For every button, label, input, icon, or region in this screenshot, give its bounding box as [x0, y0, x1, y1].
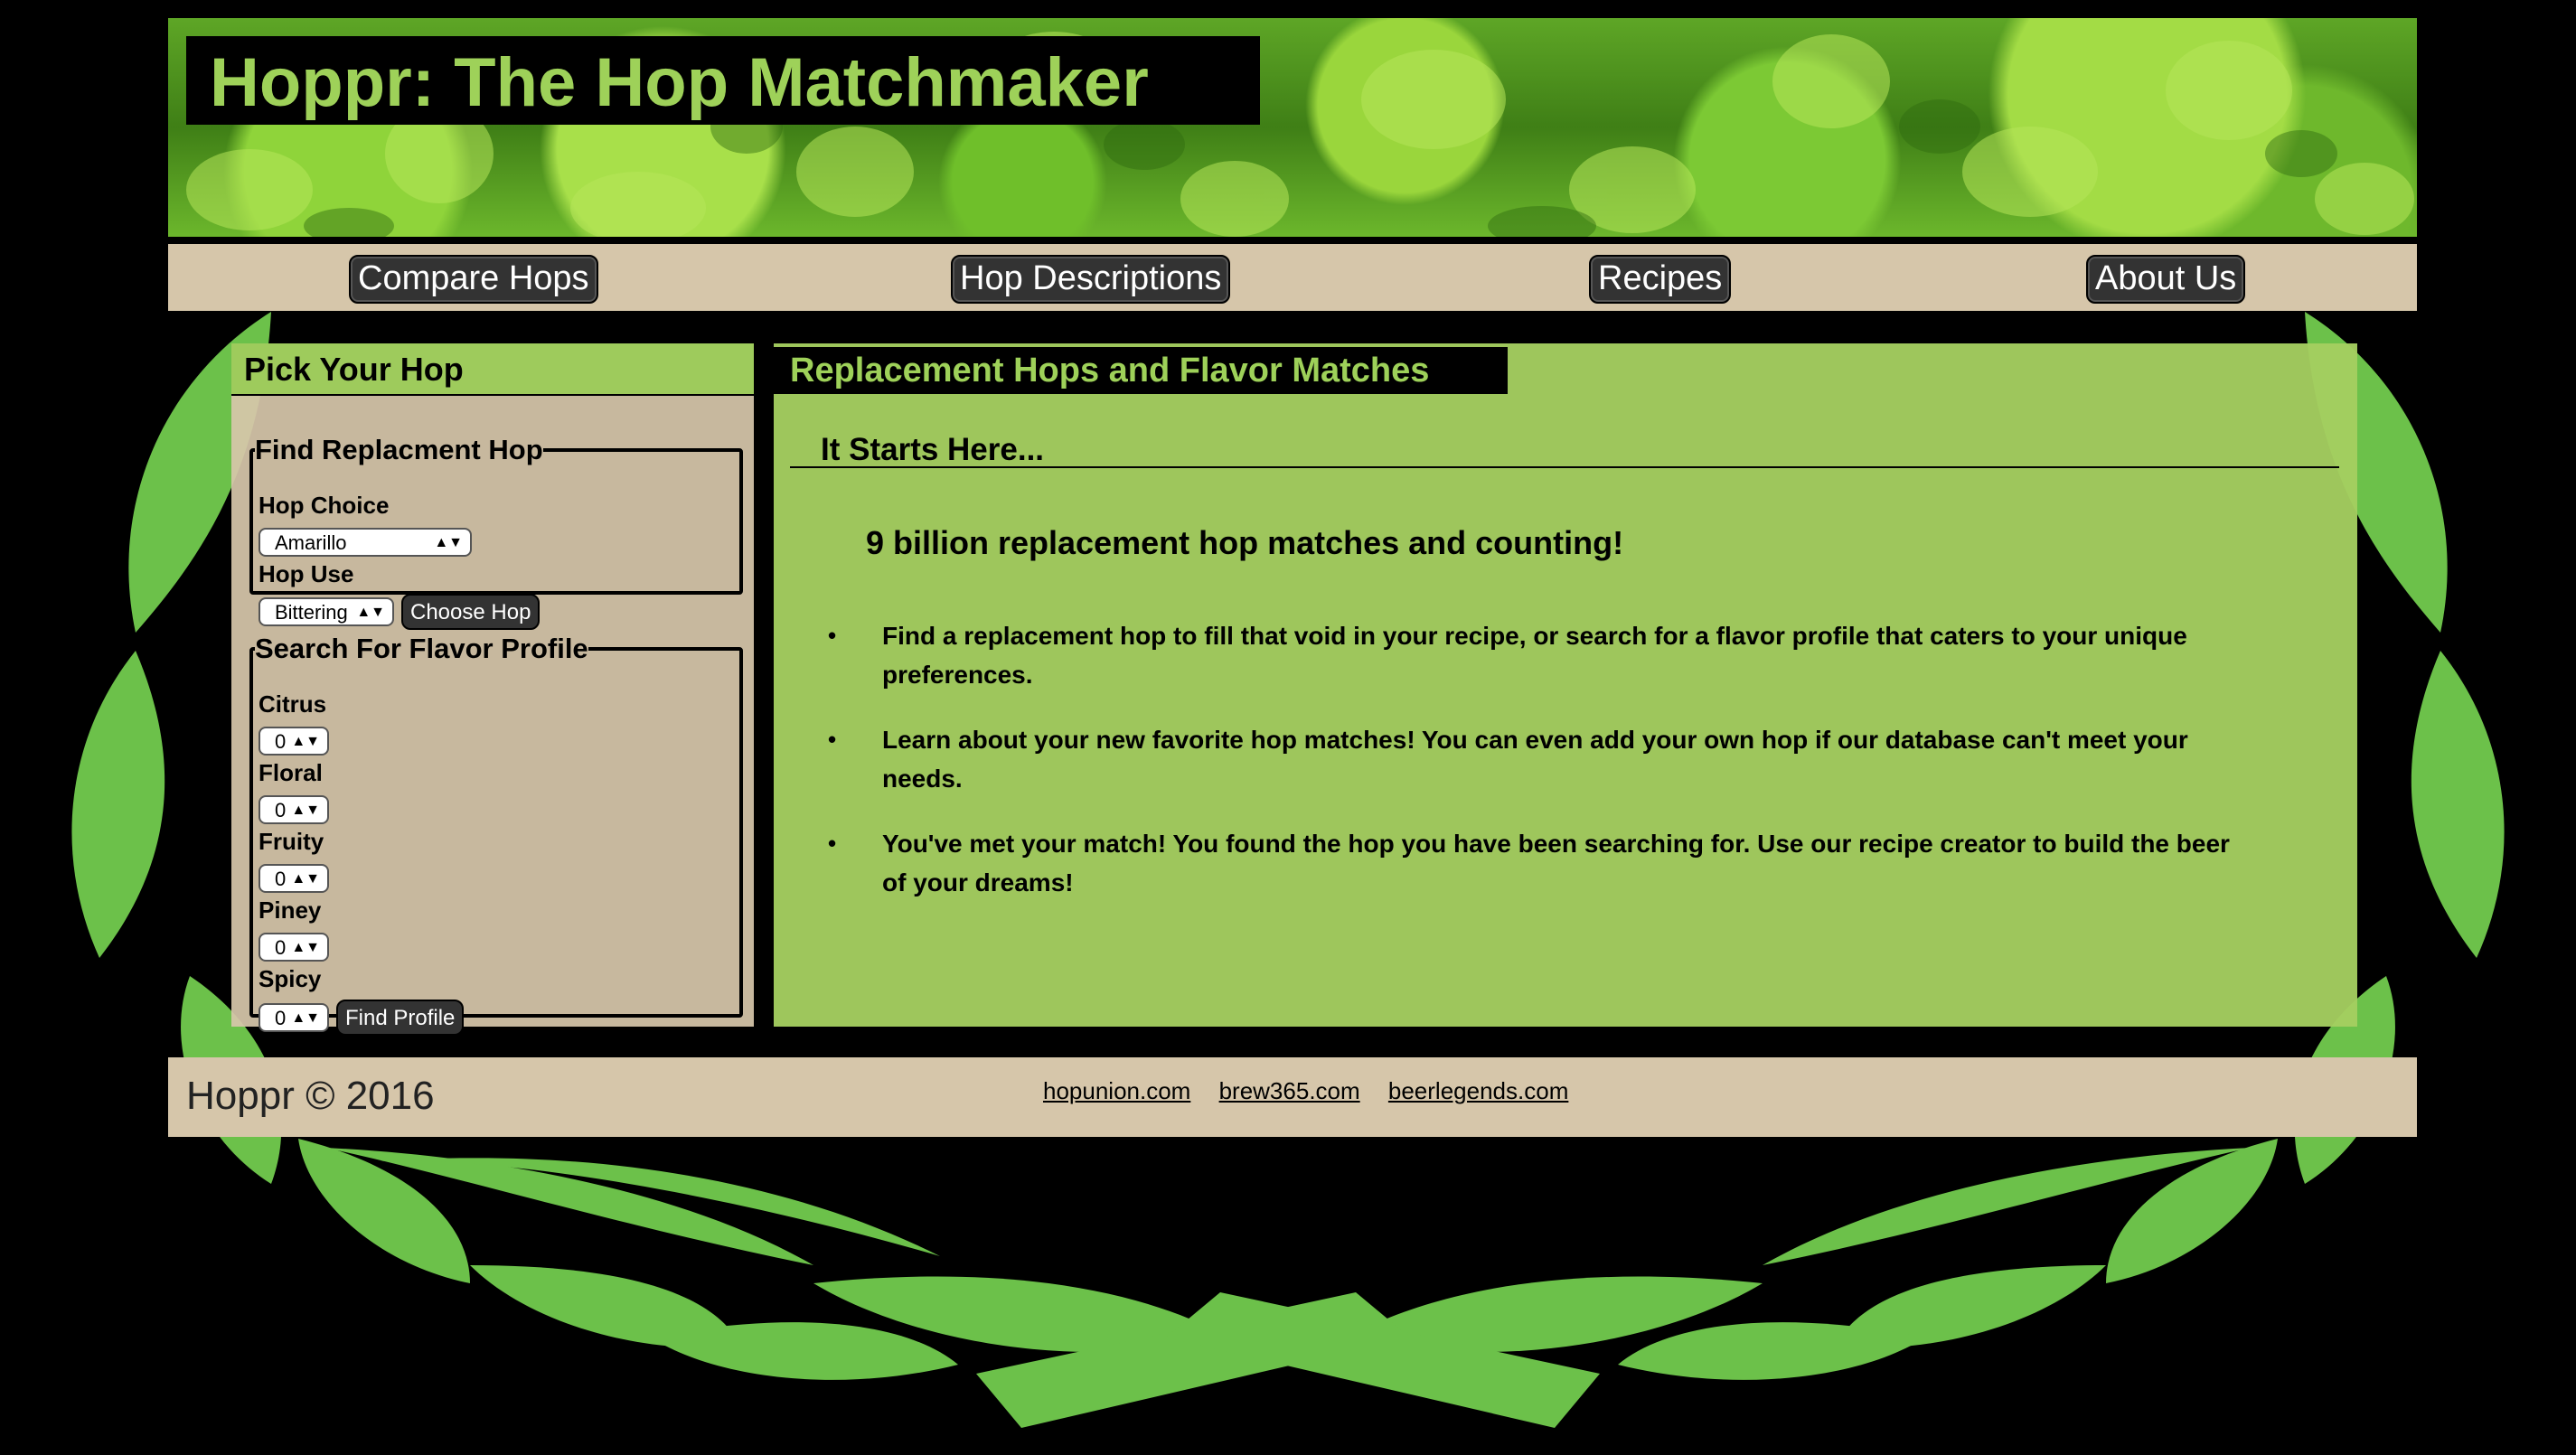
- spicy-stepper[interactable]: 0 ▲▼: [259, 1003, 329, 1032]
- citrus-label: Citrus: [259, 690, 327, 718]
- feature-item: You've met your match! You found the hop…: [828, 824, 2256, 902]
- floral-label: Floral: [259, 759, 323, 786]
- floral-value: 0: [275, 799, 287, 821]
- stepper-arrows-icon: ▲▼: [291, 1010, 320, 1026]
- main-subtitle: It Starts Here...: [790, 434, 2339, 468]
- footer-link-brew365[interactable]: brew365.com: [1219, 1077, 1360, 1104]
- footer: Hoppr © 2016 hopunion.com brew365.com be…: [168, 1057, 2417, 1137]
- hop-choice-label: Hop Choice: [259, 492, 390, 519]
- footer-copyright: Hoppr © 2016: [186, 1074, 435, 1118]
- footer-link-hopunion[interactable]: hopunion.com: [1043, 1077, 1190, 1104]
- nav-recipes-button[interactable]: Recipes: [1589, 255, 1732, 304]
- replacement-hop-legend: Find Replacment Hop: [255, 434, 543, 465]
- fruity-value: 0: [275, 868, 287, 890]
- hop-use-value: Bittering: [275, 601, 348, 624]
- stepper-arrows-icon: ▲▼: [291, 734, 320, 749]
- main-title: Replacement Hops and Flavor Matches: [774, 347, 1508, 394]
- sidebar-panel: Pick Your Hop Find Replacment Hop Hop Ch…: [231, 343, 754, 1036]
- spicy-value: 0: [275, 1007, 287, 1029]
- select-arrows-icon: ▲▼: [434, 535, 463, 550]
- sidebar-title: Pick Your Hop: [231, 343, 754, 396]
- flavor-profile-legend: Search For Flavor Profile: [255, 633, 588, 664]
- hop-use-label: Hop Use: [259, 560, 354, 587]
- nav-compare-hops-button[interactable]: Compare Hops: [349, 255, 598, 304]
- footer-link-beerlegends[interactable]: beerlegends.com: [1388, 1077, 1568, 1104]
- footer-links: hopunion.com brew365.com beerlegends.com: [1043, 1077, 1590, 1105]
- main-content-panel: Replacement Hops and Flavor Matches It S…: [774, 343, 2357, 1027]
- replacement-hop-fieldset: Find Replacment Hop Hop Choice Amarillo …: [249, 434, 743, 630]
- stepper-arrows-icon: ▲▼: [291, 871, 320, 887]
- hop-choice-value: Amarillo: [275, 531, 347, 554]
- main-tagline: 9 billion replacement hop matches and co…: [866, 524, 1624, 561]
- select-arrows-icon: ▲▼: [356, 605, 385, 620]
- hop-use-select[interactable]: Bittering ▲▼: [259, 597, 394, 626]
- fruity-stepper[interactable]: 0 ▲▼: [259, 864, 329, 893]
- spicy-label: Spicy: [259, 965, 322, 992]
- main-nav: Compare Hops Hop Descriptions Recipes Ab…: [168, 244, 2417, 311]
- citrus-value: 0: [275, 730, 287, 753]
- stepper-arrows-icon: ▲▼: [291, 940, 320, 955]
- citrus-stepper[interactable]: 0 ▲▼: [259, 727, 329, 756]
- feature-list: Find a replacement hop to fill that void…: [828, 616, 2256, 928]
- nav-about-us-button[interactable]: About Us: [2086, 255, 2246, 304]
- piney-label: Piney: [259, 896, 322, 924]
- stepper-arrows-icon: ▲▼: [291, 803, 320, 818]
- feature-item: Learn about your new favorite hop matche…: [828, 720, 2256, 798]
- choose-hop-button[interactable]: Choose Hop: [401, 594, 541, 630]
- piney-value: 0: [275, 936, 287, 959]
- floral-stepper[interactable]: 0 ▲▼: [259, 795, 329, 824]
- site-title-box: Hoppr: The Hop Matchmaker: [186, 36, 1260, 125]
- nav-hop-descriptions-button[interactable]: Hop Descriptions: [951, 255, 1231, 304]
- piney-stepper[interactable]: 0 ▲▼: [259, 933, 329, 962]
- find-profile-button[interactable]: Find Profile: [336, 1000, 465, 1036]
- feature-item: Find a replacement hop to fill that void…: [828, 616, 2256, 694]
- flavor-profile-fieldset: Search For Flavor Profile Citrus 0 ▲▼ Fl…: [249, 633, 743, 1036]
- fruity-label: Fruity: [259, 828, 324, 855]
- site-title: Hoppr: The Hop Matchmaker: [210, 44, 1149, 121]
- hop-choice-select[interactable]: Amarillo ▲▼: [259, 528, 472, 557]
- header-banner: Hoppr: The Hop Matchmaker: [168, 18, 2417, 237]
